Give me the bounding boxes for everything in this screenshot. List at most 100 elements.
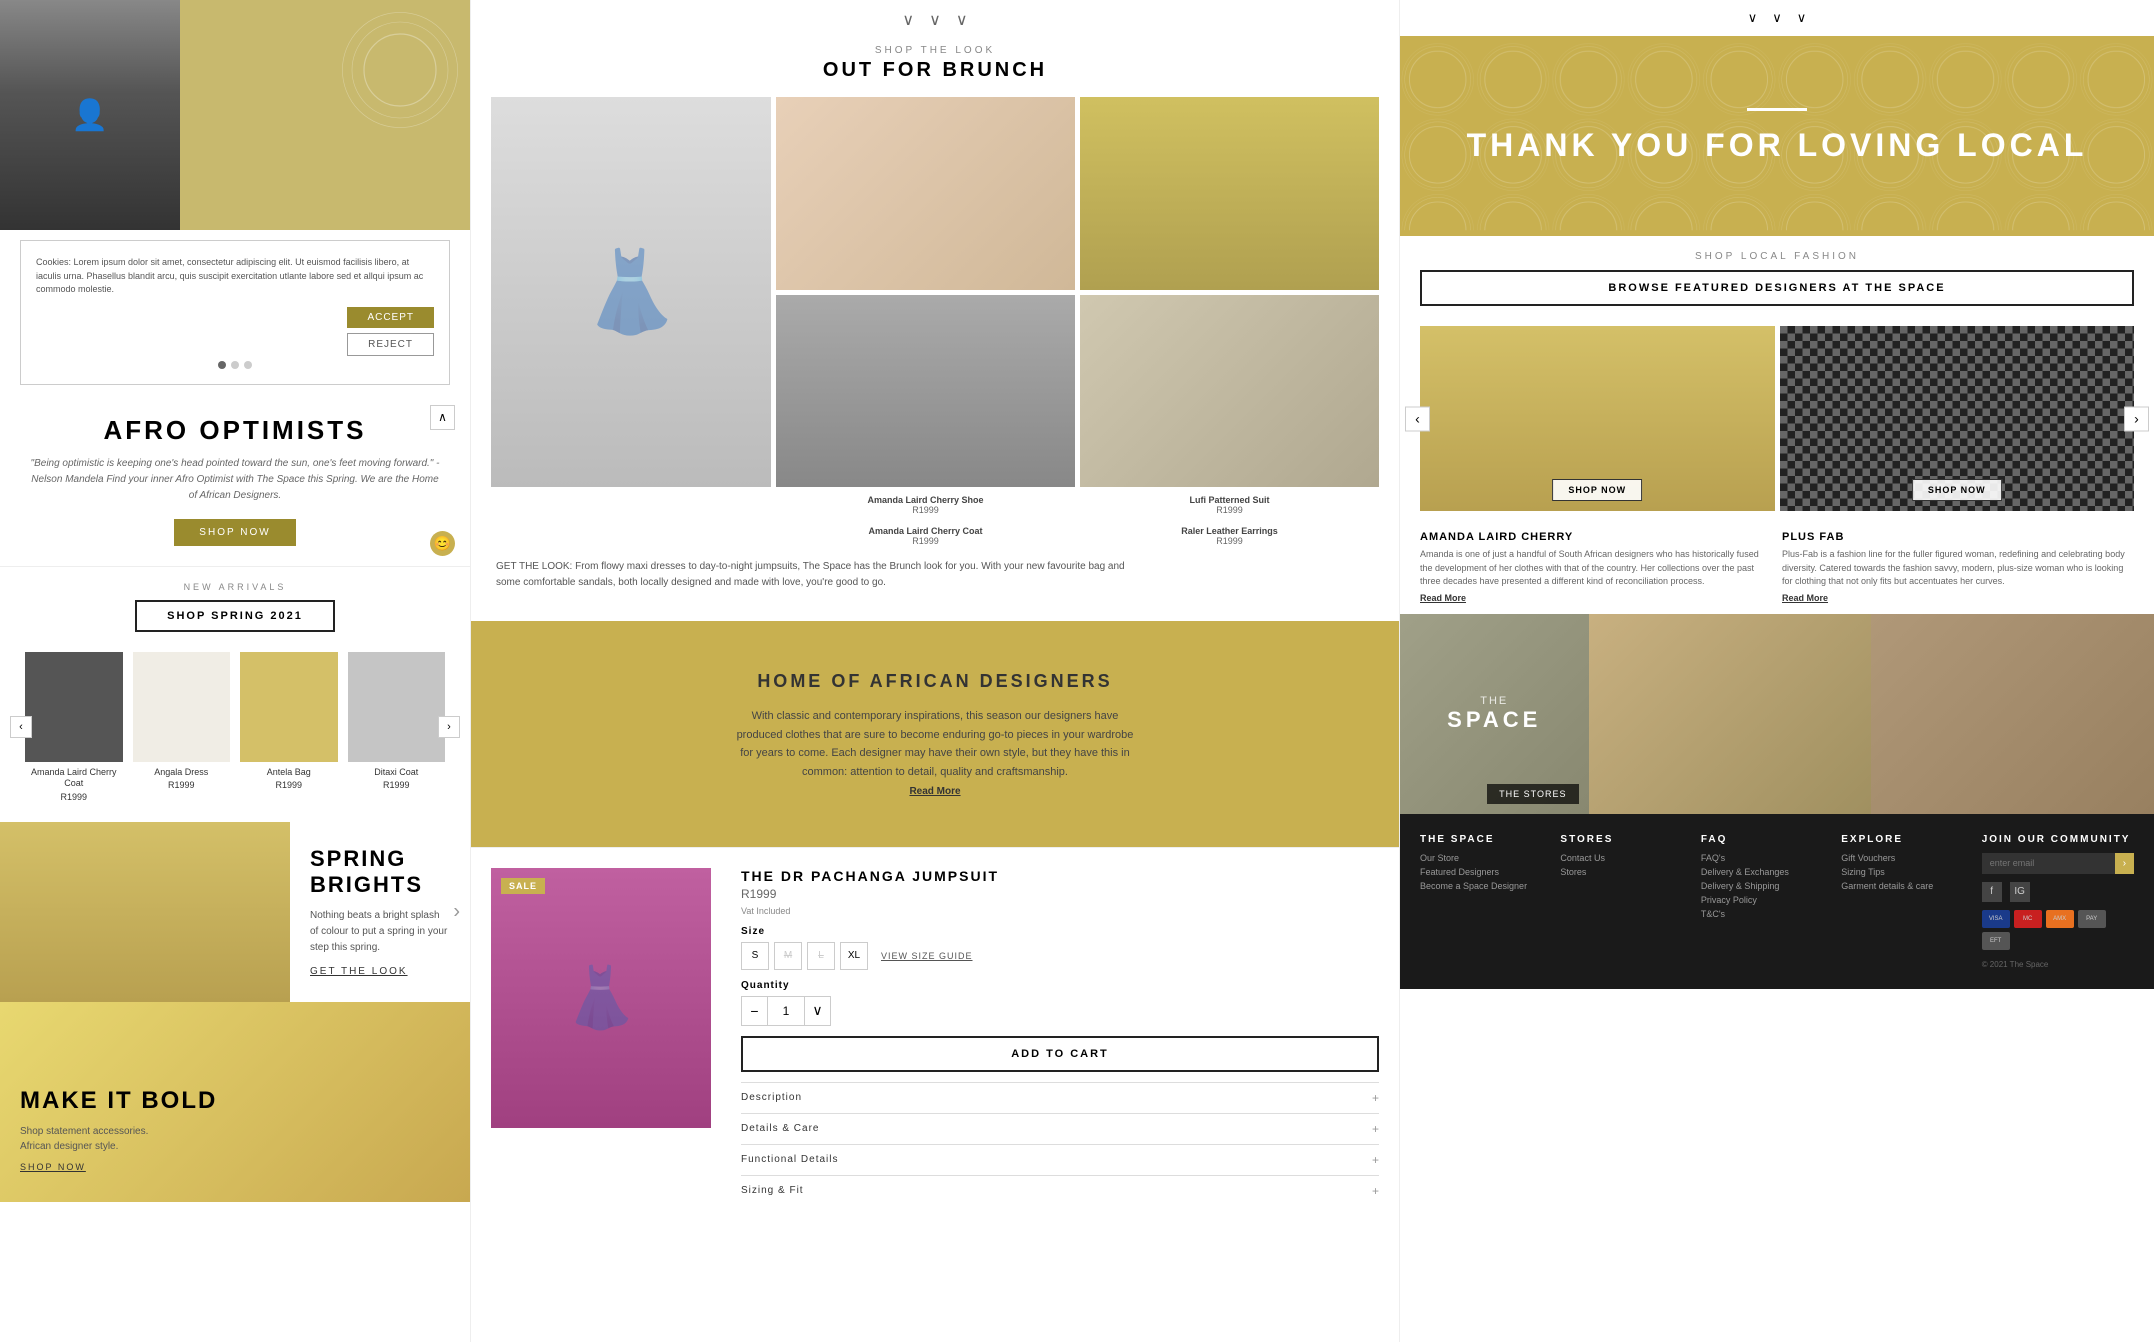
- footer-item-ourstore[interactable]: Our Store: [1420, 853, 1540, 863]
- newsletter-submit-button[interactable]: ›: [2115, 853, 2134, 874]
- footer-heading-explore: EXPLORE: [1841, 834, 1961, 845]
- payment-icons: VISA MC AMX PAY EFT: [1982, 910, 2134, 950]
- designer-2-shop-button[interactable]: SHOP NOW: [1912, 479, 2002, 501]
- product-name-2: Angala Dress: [133, 767, 231, 779]
- size-s[interactable]: S: [741, 942, 769, 970]
- add-to-cart-button[interactable]: ADD TO CART: [741, 1036, 1379, 1072]
- footer: THE SPACE Our Store Featured Designers B…: [1400, 814, 2154, 989]
- footer-item-tc[interactable]: T&C's: [1701, 909, 1821, 919]
- instagram-icon[interactable]: IG: [2010, 882, 2030, 902]
- designer-card-1[interactable]: SHOP NOW: [1420, 326, 1775, 511]
- spring-arrow-icon[interactable]: ›: [453, 900, 460, 923]
- spring-get-look-link[interactable]: GET THE LOOK: [310, 966, 450, 977]
- shop-spring-button[interactable]: SHOP SPRING 2021: [135, 600, 335, 632]
- size-m[interactable]: M: [774, 942, 802, 970]
- size-l[interactable]: L: [807, 942, 835, 970]
- smiley-icon: 😊: [430, 531, 455, 556]
- footer-item-privacy[interactable]: Privacy Policy: [1701, 895, 1821, 905]
- accordion-functional[interactable]: Functional Details +: [741, 1144, 1379, 1175]
- yellow-banner-desc: With classic and contemporary inspiratio…: [735, 707, 1135, 782]
- designers-prev-button[interactable]: ‹: [1405, 406, 1430, 431]
- footer-item-faqs[interactable]: FAQ's: [1701, 853, 1821, 863]
- browse-designers-button[interactable]: BROWSE FEATURED DESIGNERS AT THE SPACE: [1420, 270, 2134, 306]
- footer-col-community: JOIN OUR COMMUNITY › f IG VISA MC AMX PA…: [1982, 834, 2134, 969]
- accept-button[interactable]: ACCEPT: [347, 307, 434, 328]
- stl-item-suit[interactable]: [1080, 97, 1379, 290]
- center-arrow-3[interactable]: ∨: [956, 10, 968, 30]
- dot-3: [244, 361, 252, 369]
- stl-suit-image: [1080, 97, 1379, 290]
- product-card-4[interactable]: Ditaxi Coat R1999: [343, 647, 451, 807]
- accordion-description[interactable]: Description +: [741, 1082, 1379, 1113]
- stl-item-shoes[interactable]: [1080, 295, 1379, 488]
- size-xl[interactable]: XL: [840, 942, 868, 970]
- qty-decrease-button[interactable]: −: [742, 997, 767, 1025]
- stl-item-bag[interactable]: [776, 97, 1075, 290]
- products-next-button[interactable]: ›: [438, 716, 460, 738]
- sale-badge: SALE: [501, 878, 545, 894]
- products-prev-button[interactable]: ‹: [10, 716, 32, 738]
- product-card-1[interactable]: Amanda Laird Cherry Coat R1999: [20, 647, 128, 807]
- stl-caption-main: [491, 492, 771, 549]
- designer-desc-1: Amanda is one of just a handful of South…: [1420, 548, 1772, 589]
- stl-caption-3: Amanda Laird Cherry Coat R1999: [776, 523, 1075, 549]
- footer-heading-thespace: THE SPACE: [1420, 834, 1540, 845]
- footer-item-become[interactable]: Become a Space Designer: [1420, 881, 1540, 891]
- center-arrow-1[interactable]: ∨: [902, 10, 914, 30]
- stl-coat-image: [776, 295, 1075, 488]
- designers-next-button[interactable]: ›: [2124, 406, 2149, 431]
- accordion-sizing[interactable]: Sizing & Fit +: [741, 1175, 1379, 1206]
- afro-title: AFRO OPTIMISTS: [30, 415, 440, 446]
- accordion-details-care[interactable]: Details & Care +: [741, 1113, 1379, 1144]
- stl-grid: 👗: [491, 97, 1379, 487]
- footer-item-stores[interactable]: Stores: [1560, 867, 1680, 877]
- quantity-control: − 1 ∨: [741, 996, 831, 1026]
- footer-item-sizing[interactable]: Sizing Tips: [1841, 867, 1961, 877]
- right-arrow-2[interactable]: ∨: [1772, 10, 1782, 26]
- right-arrow-3[interactable]: ∨: [1797, 10, 1807, 26]
- new-arrivals-label: NEW ARRIVALS: [20, 582, 450, 592]
- afro-section: ∧ AFRO OPTIMISTS "Being optimistic is ke…: [0, 395, 470, 567]
- stl-main-image[interactable]: 👗: [491, 97, 771, 487]
- product-card-3[interactable]: Antela Bag R1999: [235, 647, 343, 807]
- size-guide-link[interactable]: VIEW SIZE GUIDE: [881, 951, 973, 961]
- size-label: Size: [741, 926, 1379, 937]
- newsletter-input[interactable]: [1982, 853, 2115, 874]
- footer-item-delivery[interactable]: Delivery & Shipping: [1701, 881, 1821, 891]
- qty-value: 1: [767, 997, 805, 1025]
- accordion-label-2: Details & Care: [741, 1123, 819, 1134]
- designer-1-shop-button[interactable]: SHOP NOW: [1552, 479, 1642, 501]
- shop-local-label: SHOP LOCAL FASHION: [1420, 251, 2134, 262]
- right-arrow-1[interactable]: ∨: [1748, 10, 1758, 26]
- designer-link-2[interactable]: Read More: [1782, 593, 1828, 603]
- newsletter-form: ›: [1982, 853, 2134, 874]
- product-detail-info: THE DR PACHANGA JUMPSUIT R1999 Vat Inclu…: [741, 868, 1379, 1206]
- scroll-up-button[interactable]: ∧: [430, 405, 455, 430]
- make-bold-shop-link[interactable]: SHOP NOW: [20, 1162, 217, 1172]
- designer-link-1[interactable]: Read More: [1420, 593, 1466, 603]
- designer-card-2[interactable]: SHOP NOW: [1780, 326, 2135, 511]
- product-image-3: [240, 652, 338, 762]
- stl-caption-1: Amanda Laird Cherry Shoe R1999: [776, 492, 1075, 518]
- accordion-label-4: Sizing & Fit: [741, 1185, 804, 1196]
- afro-shop-now-button[interactable]: SHOP NOW: [174, 519, 295, 546]
- qty-increase-button[interactable]: ∨: [805, 997, 830, 1025]
- store-interior-image: [1589, 614, 1872, 814]
- yellow-banner-title: HOME OF AFRICAN DESIGNERS: [531, 671, 1339, 692]
- designer-name-1: AMANDA LAIRD CHERRY: [1420, 531, 1772, 543]
- new-arrivals-section: NEW ARRIVALS SHOP SPRING 2021 ‹ Amanda L…: [0, 567, 470, 822]
- product-card-2[interactable]: Angala Dress R1999: [128, 647, 236, 807]
- reject-button[interactable]: REJECT: [347, 333, 434, 356]
- center-arrow-2[interactable]: ∨: [929, 10, 941, 30]
- footer-item-gift[interactable]: Gift Vouchers: [1841, 853, 1961, 863]
- footer-item-contact[interactable]: Contact Us: [1560, 853, 1680, 863]
- stl-description: GET THE LOOK: From flowy maxi dresses to…: [491, 549, 1131, 601]
- footer-item-garment[interactable]: Garment details & care: [1841, 881, 1961, 891]
- facebook-icon[interactable]: f: [1982, 882, 2002, 902]
- yellow-banner-link[interactable]: Read More: [909, 786, 960, 797]
- footer-item-featured[interactable]: Featured Designers: [1420, 867, 1540, 877]
- footer-item-exchanges[interactable]: Delivery & Exchanges: [1701, 867, 1821, 877]
- stl-item-coat[interactable]: [776, 295, 1075, 488]
- the-stores-button[interactable]: THE STORES: [1487, 784, 1578, 804]
- make-it-bold-section: MAKE IT BOLD Shop statement accessories.…: [0, 1002, 470, 1202]
